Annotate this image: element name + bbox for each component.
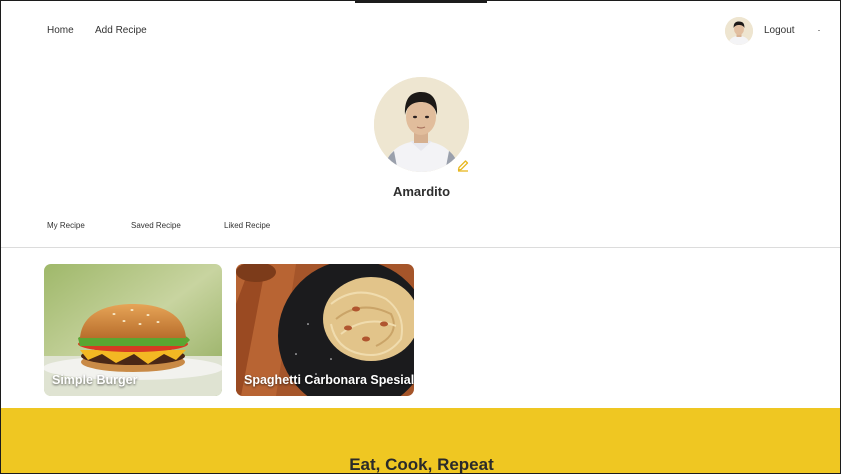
menu-dot bbox=[818, 30, 820, 31]
recipe-title: Spaghetti Carbonara Spesial bbox=[244, 373, 414, 387]
recipe-card-spaghetti-carbonara[interactable]: Spaghetti Carbonara Spesial bbox=[236, 264, 414, 396]
profile-name: Amardito bbox=[392, 184, 451, 199]
tab-saved-recipe[interactable]: Saved Recipe bbox=[131, 221, 181, 230]
footer-title: Eat, Cook, Repeat bbox=[349, 455, 494, 474]
top-scroll-indicator bbox=[355, 1, 487, 3]
pencil-icon[interactable] bbox=[456, 158, 470, 172]
app-frame: Home Add Recipe Logout Amardito My Recip… bbox=[0, 0, 841, 474]
recipe-title: Simple Burger bbox=[52, 373, 138, 387]
recipe-card-simple-burger[interactable]: Simple Burger bbox=[44, 264, 222, 396]
section-divider bbox=[1, 247, 840, 248]
nav-home-link[interactable]: Home bbox=[47, 25, 74, 36]
logout-link[interactable]: Logout bbox=[764, 25, 795, 36]
footer: Eat, Cook, Repeat bbox=[1, 408, 840, 474]
user-avatar[interactable] bbox=[725, 17, 753, 45]
nav-add-recipe-link[interactable]: Add Recipe bbox=[95, 25, 147, 36]
profile-photo bbox=[374, 77, 469, 172]
tab-my-recipe[interactable]: My Recipe bbox=[47, 221, 85, 230]
tab-liked-recipe[interactable]: Liked Recipe bbox=[224, 221, 270, 230]
